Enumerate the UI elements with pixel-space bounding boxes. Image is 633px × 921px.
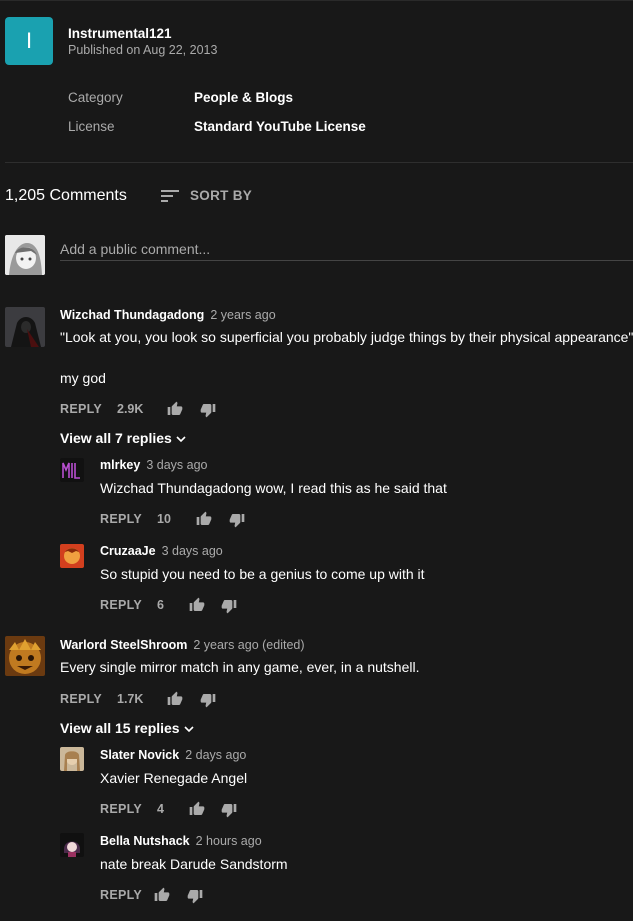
thumb-up-icon[interactable] — [167, 691, 183, 707]
thumb-down-icon[interactable] — [221, 802, 237, 818]
reply-author[interactable]: Bella Nutshack 2 hours ago — [100, 834, 262, 848]
user-avatar — [5, 235, 45, 275]
thumb-down-icon[interactable] — [200, 692, 216, 708]
top-divider — [0, 0, 633, 1]
like-count: 6 — [157, 598, 164, 612]
comment-author[interactable]: Warlord SteelShroom 2 years ago (edited) — [60, 638, 305, 652]
reply-time[interactable]: 2 hours ago — [196, 834, 262, 848]
view-replies-button[interactable]: View all 15 replies — [60, 720, 194, 736]
publish-date: Published on Aug 22, 2013 — [68, 43, 218, 57]
comment-text-line2: my god — [60, 370, 106, 386]
thumb-down-icon[interactable] — [187, 888, 203, 904]
thumb-down-icon[interactable] — [200, 402, 216, 418]
chevron-down-icon — [176, 436, 186, 443]
thumb-up-icon[interactable] — [196, 511, 212, 527]
thumb-up-icon[interactable] — [189, 597, 205, 613]
channel-avatar[interactable]: I — [5, 17, 53, 65]
reply-button[interactable]: REPLY — [100, 512, 142, 526]
like-count: 4 — [157, 802, 164, 816]
view-replies-button[interactable]: View all 7 replies — [60, 430, 186, 446]
reply-text: Xavier Renegade Angel — [100, 770, 248, 786]
reply-time[interactable]: 3 days ago — [162, 544, 223, 558]
avatar[interactable] — [60, 833, 84, 857]
sort-icon[interactable] — [160, 188, 180, 204]
thumb-up-icon[interactable] — [154, 887, 170, 903]
avatar[interactable] — [5, 636, 45, 676]
add-comment-input[interactable] — [60, 237, 633, 261]
like-count: 1.7K — [117, 692, 144, 706]
reply-button[interactable]: REPLY — [100, 888, 142, 902]
reply-text: So stupid you need to be a genius to com… — [100, 566, 425, 582]
avatar[interactable] — [60, 747, 84, 771]
thumb-up-icon[interactable] — [189, 801, 205, 817]
reply-author[interactable]: mlrkey 3 days ago — [100, 458, 207, 472]
like-count: 10 — [157, 512, 171, 526]
meta-key-category: Category — [68, 90, 123, 105]
section-divider — [5, 162, 633, 163]
reply-time[interactable]: 2 days ago — [185, 748, 246, 762]
comment-count: 1,205 Comments — [5, 187, 127, 204]
avatar[interactable] — [60, 544, 84, 568]
reply-button[interactable]: REPLY — [100, 598, 142, 612]
reply-button[interactable]: REPLY — [60, 402, 102, 416]
meta-value-license: Standard YouTube License — [194, 119, 366, 134]
meta-key-license: License — [68, 119, 115, 134]
thumb-down-icon[interactable] — [221, 598, 237, 614]
comment-author[interactable]: Wizchad Thundagadong 2 years ago — [60, 308, 276, 322]
reply-text: Wizchad Thundagadong wow, I read this as… — [100, 480, 447, 496]
comment-text: "Look at you, you look so superficial yo… — [60, 329, 633, 345]
sort-button[interactable]: SORT BY — [190, 188, 252, 203]
thumb-down-icon[interactable] — [229, 512, 245, 528]
like-count: 2.9K — [117, 402, 144, 416]
avatar[interactable] — [5, 307, 45, 347]
channel-name[interactable]: Instrumental121 — [68, 26, 172, 41]
comment-time[interactable]: 2 years ago — [210, 308, 275, 322]
reply-text: nate break Darude Sandstorm — [100, 856, 288, 872]
reply-button[interactable]: REPLY — [100, 802, 142, 816]
chevron-down-icon — [184, 726, 194, 733]
avatar[interactable] — [60, 458, 84, 482]
reply-time[interactable]: 3 days ago — [146, 458, 207, 472]
meta-value-category[interactable]: People & Blogs — [194, 90, 293, 105]
reply-button[interactable]: REPLY — [60, 692, 102, 706]
reply-author[interactable]: Slater Novick 2 days ago — [100, 748, 246, 762]
reply-author[interactable]: CruzaaJe 3 days ago — [100, 544, 223, 558]
comment-text: Every single mirror match in any game, e… — [60, 659, 420, 675]
comment-time[interactable]: 2 years ago (edited) — [193, 638, 304, 652]
thumb-up-icon[interactable] — [167, 401, 183, 417]
